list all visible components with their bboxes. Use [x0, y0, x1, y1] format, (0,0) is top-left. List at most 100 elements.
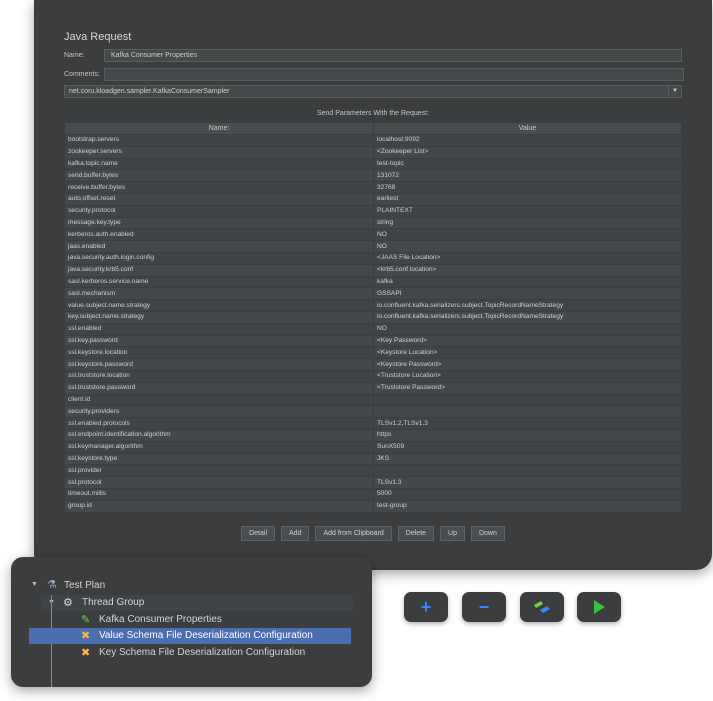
param-value-cell[interactable]: TLSv1.3	[373, 476, 682, 489]
table-row[interactable]: security.protocol PLAINTEXT	[64, 204, 682, 218]
param-value-cell[interactable]: TLSv1.2,TLSv1.3	[373, 417, 682, 430]
param-value-cell[interactable]: 5000	[373, 487, 682, 501]
table-row[interactable]: receive.buffer.bytes 32768	[64, 181, 682, 194]
param-value-cell[interactable]: NO	[373, 322, 682, 336]
toggle-button[interactable]	[520, 592, 564, 622]
table-row[interactable]: value.subject.name.strategy io.confluent.…	[64, 299, 682, 312]
param-name-cell[interactable]: timeout.millis	[64, 487, 374, 501]
chevron-down-icon[interactable]: ▼	[668, 86, 681, 97]
add-button[interactable]: +	[404, 592, 448, 622]
param-name-cell[interactable]: ssl.truststore.location	[64, 369, 374, 383]
remove-button[interactable]: −	[462, 592, 506, 622]
param-value-cell[interactable]: <krb5.conf location>	[373, 263, 682, 277]
tree-row-thread-group[interactable]: ▼ ⚙ Thread Group	[41, 595, 353, 611]
table-row[interactable]: bootstrap.servers localhost:9092	[64, 134, 682, 147]
delete-button[interactable]: Delete	[397, 526, 435, 541]
table-row[interactable]: security.providers	[64, 405, 682, 419]
name-field[interactable]: Kafka Consumer Properties	[104, 49, 682, 62]
param-name-cell[interactable]: ssl.truststore.password	[64, 381, 374, 395]
table-row[interactable]: jaas.enabled NO	[64, 240, 682, 253]
table-row[interactable]: client.id	[64, 393, 682, 407]
table-row[interactable]: ssl.endpoint.identification.algorithm htt…	[64, 428, 682, 442]
param-name-cell[interactable]: client.id	[64, 393, 374, 407]
detail-button[interactable]: Detail	[241, 526, 276, 541]
param-name-cell[interactable]: message.key.type	[64, 216, 374, 230]
param-value-cell[interactable]: <Key Password>	[373, 334, 682, 348]
param-name-cell[interactable]: ssl.endpoint.identification.algorithm	[64, 428, 374, 442]
table-row[interactable]: kerberos.auth.enabled NO	[64, 228, 682, 242]
param-name-cell[interactable]: security.providers	[64, 405, 374, 419]
up-button[interactable]: Up	[440, 526, 465, 541]
start-button[interactable]	[577, 592, 621, 622]
param-value-cell[interactable]: kafka	[373, 275, 682, 289]
param-value-cell[interactable]: <JAAS File Location>	[373, 251, 682, 265]
param-name-cell[interactable]: ssl.key.password	[64, 334, 374, 348]
table-row[interactable]: ssl.truststore.location <Truststore Locat…	[64, 369, 682, 383]
param-name-cell[interactable]: sasl.kerberos.service.name	[64, 275, 374, 289]
table-row[interactable]: ssl.enabled NO	[64, 322, 682, 336]
param-value-cell[interactable]: <Truststore Location>	[373, 369, 682, 383]
table-row[interactable]: ssl.keymanager.algorithm SunX509	[64, 440, 682, 454]
param-value-cell[interactable]: <Keystore Location>	[373, 346, 682, 360]
param-name-cell[interactable]: receive.buffer.bytes	[64, 181, 374, 194]
param-name-cell[interactable]: ssl.enabled.protocols	[64, 417, 374, 430]
param-name-cell[interactable]: sasl.mechanism	[64, 287, 374, 301]
param-name-cell[interactable]: value.subject.name.strategy	[64, 299, 374, 312]
table-row[interactable]: java.security.krb5.conf <krb5.conf locati…	[64, 263, 682, 277]
param-value-cell[interactable]: <Truststore Password>	[373, 381, 682, 395]
param-name-cell[interactable]: send.buffer.bytes	[64, 169, 374, 183]
param-name-cell[interactable]: key.subject.name.strategy	[64, 310, 374, 324]
param-name-cell[interactable]: ssl.keystore.location	[64, 346, 374, 360]
table-row[interactable]: java.security.auth.login.config <JAAS Fil…	[64, 251, 682, 265]
param-value-cell[interactable]: io.confluent.kafka.serializers.subject.T…	[373, 310, 682, 324]
add-button[interactable]: Add	[281, 526, 310, 541]
table-row[interactable]: message.key.type string	[64, 216, 682, 230]
table-row[interactable]: ssl.keystore.location <Keystore Location>	[64, 346, 682, 360]
param-value-cell[interactable]: NO	[373, 228, 682, 242]
table-row[interactable]: ssl.keystore.password <Keystore Password>	[64, 358, 682, 371]
param-name-cell[interactable]: auto.offset.reset	[64, 192, 374, 206]
table-row[interactable]: timeout.millis 5000	[64, 487, 682, 501]
param-name-cell[interactable]: group.id	[64, 499, 374, 513]
param-value-cell[interactable]: localhost:9092	[373, 134, 682, 147]
table-row[interactable]: send.buffer.bytes 131072	[64, 169, 682, 183]
param-name-cell[interactable]: kerberos.auth.enabled	[64, 228, 374, 242]
param-name-cell[interactable]: bootstrap.servers	[64, 134, 374, 147]
param-name-cell[interactable]: zookeeper.servers	[64, 145, 374, 159]
table-row[interactable]: group.id test-group	[64, 499, 682, 513]
param-value-cell[interactable]: SunX509	[373, 440, 682, 454]
table-row[interactable]: ssl.enabled.protocols TLSv1.2,TLSv1.3	[64, 417, 682, 430]
param-name-cell[interactable]: security.protocol	[64, 204, 374, 218]
param-name-cell[interactable]: ssl.keymanager.algorithm	[64, 440, 374, 454]
param-value-cell[interactable]: <Keystore Password>	[373, 358, 682, 371]
param-name-cell[interactable]: java.security.krb5.conf	[64, 263, 374, 277]
param-value-cell[interactable]: PLAINTEXT	[373, 204, 682, 218]
param-value-cell[interactable]: NO	[373, 240, 682, 253]
table-row[interactable]: sasl.mechanism GSSAPI	[64, 287, 682, 301]
param-value-cell[interactable]: 32768	[373, 181, 682, 194]
param-name-cell[interactable]: kafka.topic.name	[64, 157, 374, 171]
param-value-cell[interactable]: https	[373, 428, 682, 442]
collapse-triangle-icon[interactable]: ▼	[31, 581, 38, 588]
param-value-cell[interactable]	[373, 405, 682, 419]
table-row[interactable]: auto.offset.reset earliest	[64, 192, 682, 206]
tree-item-value-schema[interactable]: ✖ Value Schema File Deserialization Conf…	[29, 628, 351, 644]
param-value-cell[interactable]: 131072	[373, 169, 682, 183]
param-value-cell[interactable]: earliest	[373, 192, 682, 206]
param-name-cell[interactable]: ssl.provider	[64, 464, 374, 478]
down-button[interactable]: Down	[470, 526, 505, 541]
classname-select[interactable]: net.coru.kloadgen.sampler.KafkaConsumerS…	[64, 85, 682, 98]
param-name-cell[interactable]: ssl.enabled	[64, 322, 374, 336]
param-value-cell[interactable]: io.confluent.kafka.serializers.subject.T…	[373, 299, 682, 312]
comments-field[interactable]	[104, 68, 684, 81]
add-from-clipboard-button[interactable]: Add from Clipboard	[315, 526, 392, 541]
param-name-cell[interactable]: ssl.keystore.password	[64, 358, 374, 371]
table-row[interactable]: ssl.provider	[64, 464, 682, 478]
param-value-cell[interactable]: test-group	[373, 499, 682, 513]
table-row[interactable]: kafka.topic.name test-topic	[64, 157, 682, 171]
param-value-cell[interactable]	[373, 464, 682, 478]
param-value-cell[interactable]: test-topic	[373, 157, 682, 171]
param-value-cell[interactable]: GSSAPI	[373, 287, 682, 301]
table-row[interactable]: key.subject.name.strategy io.confluent.ka…	[64, 310, 682, 324]
param-value-cell[interactable]	[373, 393, 682, 407]
